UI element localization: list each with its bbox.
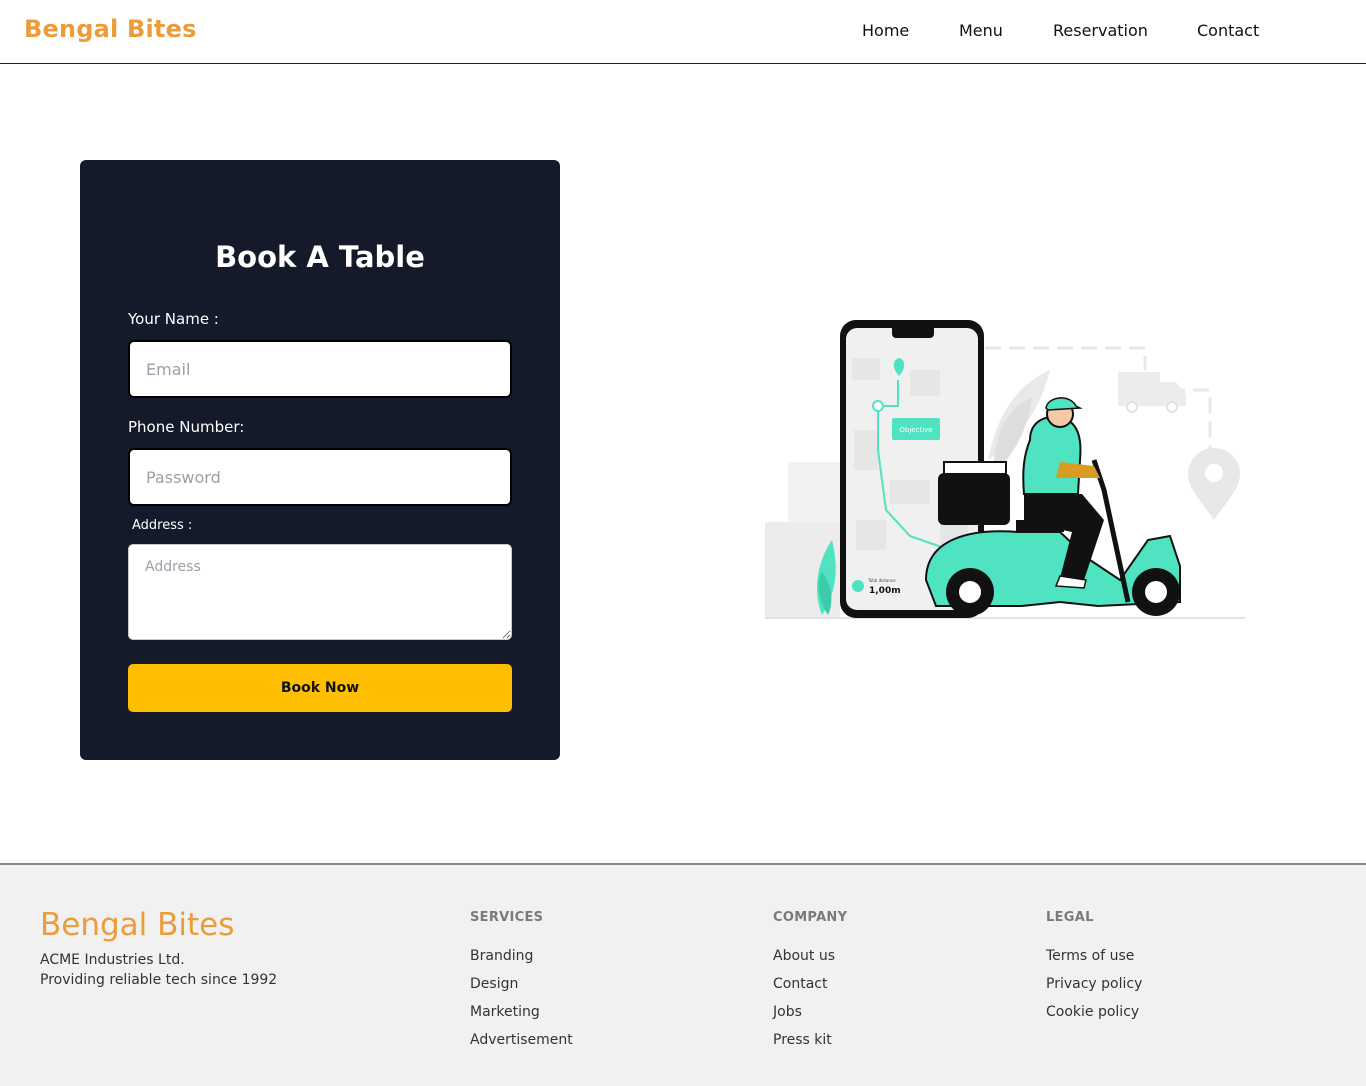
phone-input[interactable] bbox=[128, 448, 512, 506]
footer-link-advertisement[interactable]: Advertisement bbox=[470, 1026, 573, 1054]
footer-column-legal: LEGAL Terms of use Privacy policy Cookie… bbox=[1046, 910, 1142, 1026]
nav-links: Home Menu Reservation Contact bbox=[0, 21, 1366, 43]
objective-tag-label: Objective bbox=[899, 426, 932, 434]
rider-torso bbox=[1022, 415, 1082, 495]
footer-heading-company: COMPANY bbox=[773, 910, 848, 925]
background-building bbox=[788, 462, 843, 522]
name-label: Your Name : bbox=[128, 310, 219, 328]
distance-caption: Total distance bbox=[867, 578, 896, 583]
footer-link-press-kit[interactable]: Press kit bbox=[773, 1026, 847, 1054]
footer-brand: Bengal Bites bbox=[40, 907, 235, 943]
footer-link-terms[interactable]: Terms of use bbox=[1046, 942, 1142, 970]
footer-link-cookie[interactable]: Cookie policy bbox=[1046, 998, 1142, 1026]
footer-link-contact[interactable]: Contact bbox=[773, 970, 847, 998]
name-input[interactable] bbox=[128, 340, 512, 398]
footer-column-company: COMPANY About us Contact Jobs Press kit bbox=[773, 910, 847, 1054]
rider-cap bbox=[1045, 397, 1083, 411]
delivery-scooter-illustration: Objective Total distance 1,00m bbox=[760, 310, 1250, 630]
footer-heading-services: SERVICES bbox=[470, 910, 544, 925]
illustration-svg: Objective Total distance 1,00m bbox=[765, 320, 1245, 619]
background-truck-icon bbox=[1118, 372, 1186, 413]
footer: Bengal Bites ACME Industries Ltd. Provid… bbox=[0, 863, 1366, 1086]
background-location-pin-icon bbox=[1188, 448, 1240, 520]
phone-label: Phone Number: bbox=[128, 418, 245, 436]
footer-tagline: Providing reliable tech since 1992 bbox=[40, 972, 278, 988]
distance-value: 1,00m bbox=[869, 586, 901, 596]
footer-company-name: ACME Industries Ltd. bbox=[40, 952, 185, 968]
footer-link-branding[interactable]: Branding bbox=[470, 942, 573, 970]
phone-notch bbox=[892, 324, 934, 338]
book-now-button[interactable]: Book Now bbox=[128, 664, 512, 712]
delivery-box bbox=[938, 473, 1010, 525]
nav-reservation[interactable]: Reservation bbox=[1053, 21, 1148, 40]
address-textarea[interactable] bbox=[128, 544, 512, 640]
footer-link-design[interactable]: Design bbox=[470, 970, 573, 998]
nav-contact[interactable]: Contact bbox=[1197, 21, 1259, 40]
booking-form-card: Book A Table Your Name : Phone Number: A… bbox=[80, 160, 560, 760]
footer-link-marketing[interactable]: Marketing bbox=[470, 998, 573, 1026]
navbar: Bengal Bites Home Menu Reservation Conta… bbox=[0, 0, 1366, 64]
dashed-route-line bbox=[985, 346, 1147, 370]
footer-column-services: SERVICES Branding Design Marketing Adver… bbox=[470, 910, 573, 1054]
distance-icon bbox=[852, 580, 864, 592]
nav-menu[interactable]: Menu bbox=[959, 21, 1003, 40]
footer-link-about-us[interactable]: About us bbox=[773, 942, 847, 970]
footer-link-jobs[interactable]: Jobs bbox=[773, 998, 847, 1026]
address-label: Address : bbox=[132, 518, 193, 533]
form-title: Book A Table bbox=[215, 240, 425, 274]
footer-heading-legal: LEGAL bbox=[1046, 910, 1094, 925]
footer-link-privacy[interactable]: Privacy policy bbox=[1046, 970, 1142, 998]
nav-home[interactable]: Home bbox=[862, 21, 909, 40]
route-start-dot bbox=[872, 400, 884, 412]
delivery-box-lid bbox=[943, 461, 1007, 475]
